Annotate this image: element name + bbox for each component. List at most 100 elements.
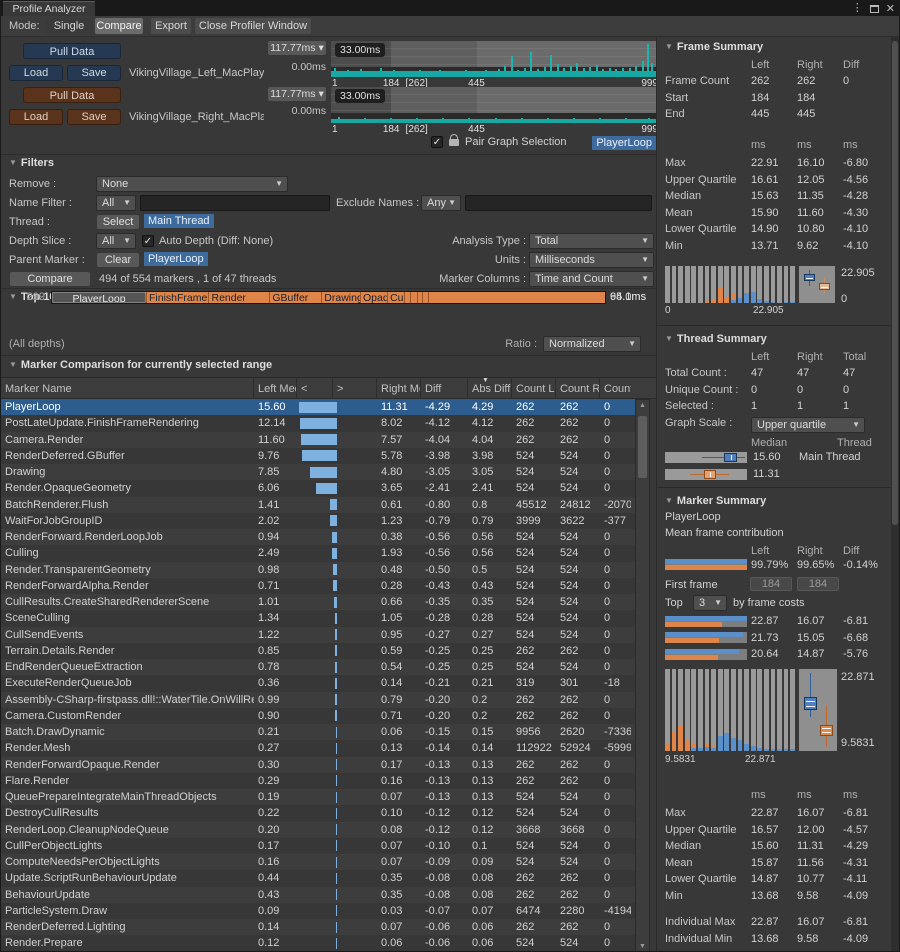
table-row[interactable]: ExecuteRenderQueueJob 0.36 0.14 -0.21 0.… (1, 675, 635, 691)
name-filter-input[interactable] (140, 195, 330, 211)
table-row[interactable]: Flare.Render 0.29 0.16 -0.13 0.13 262 26… (1, 773, 635, 789)
thread-row-left[interactable]: 15.60 Main Thread (665, 451, 900, 463)
table-row[interactable]: Camera.CustomRender 0.90 0.71 -0.20 0.2 … (1, 708, 635, 724)
selected-marker-chip[interactable]: PlayerLoop (592, 136, 656, 150)
table-row[interactable]: RenderForwardOpaque.Render 0.30 0.17 -0.… (1, 757, 635, 773)
mode-compare-button[interactable]: Compare (95, 18, 143, 34)
foldout-icon[interactable]: ▼ (665, 496, 673, 505)
table-row[interactable]: RenderLoop.CleanupNodeQueue 0.20 0.08 -0… (1, 822, 635, 838)
right-threshold-label[interactable]: 33.00ms (335, 89, 385, 103)
remove-dropdown[interactable]: None▼ (96, 176, 288, 192)
first-frame-right-button[interactable]: 184 (797, 577, 839, 591)
marker-segment[interactable] (410, 292, 417, 303)
table-row[interactable]: ComputeNeedsPerObjectLights 0.16 0.07 -0… (1, 854, 635, 870)
first-frame-left-button[interactable]: 184 (750, 577, 792, 591)
col-count-right[interactable]: Count Right (556, 378, 600, 398)
parent-clear-button[interactable]: Clear (96, 252, 140, 268)
frame-histogram[interactable] (665, 266, 795, 303)
table-row[interactable]: RenderForward.RenderLoopJob 0.94 0.38 -0… (1, 529, 635, 545)
col-bar-right[interactable]: > (333, 378, 377, 398)
exclude-mode-dropdown[interactable]: Any▼ (421, 195, 461, 211)
exclude-names-input[interactable] (465, 195, 652, 211)
save-right-button[interactable]: Save (67, 109, 121, 125)
table-row[interactable]: Terrain.Details.Render 0.85 0.59 -0.25 0… (1, 643, 635, 659)
table-row[interactable]: DestroyCullResults 0.22 0.10 -0.12 0.12 … (1, 805, 635, 821)
table-row[interactable]: Update.ScriptRunBehaviourUpdate 0.44 0.3… (1, 870, 635, 886)
marker-segment[interactable]: PlayerLoop (52, 292, 146, 303)
auto-depth-checkbox[interactable]: ✓ (142, 235, 154, 247)
table-row[interactable]: BatchRenderer.Flush 1.41 0.61 -0.80 0.8 … (1, 497, 635, 513)
table-row[interactable]: SceneCulling 1.34 1.05 -0.28 0.28 524 52… (1, 610, 635, 626)
scroll-up-icon[interactable]: ▲ (636, 402, 649, 409)
table-row[interactable]: Render.TransparentGeometry 0.98 0.48 -0.… (1, 562, 635, 578)
table-row[interactable]: Camera.Render 11.60 7.57 -4.04 4.04 262 … (1, 432, 635, 448)
thread-select-button[interactable]: Select (96, 214, 140, 230)
close-icon[interactable]: ✕ (886, 2, 895, 15)
right-frame-graph[interactable]: 33.00ms (331, 87, 658, 123)
thread-row-right[interactable]: 11.31 (665, 468, 900, 480)
col-bar-left[interactable]: < (297, 378, 333, 398)
lock-icon[interactable] (449, 139, 459, 146)
marker-segment[interactable]: FinishFrameRendering (146, 292, 208, 303)
window-scroll-thumb[interactable] (892, 41, 898, 525)
kebab-menu-icon[interactable]: ⋮ (852, 3, 863, 14)
col-count-delta[interactable]: Count Delta (600, 378, 631, 398)
pair-graph-checkbox[interactable]: ✓ (431, 136, 443, 148)
marker-segment[interactable] (404, 292, 411, 303)
depth-dropdown[interactable]: All▼ (96, 233, 136, 249)
left-range-dropdown[interactable]: 117.77ms ▾ (268, 41, 326, 55)
load-left-button[interactable]: Load (9, 65, 63, 81)
save-left-button[interactable]: Save (67, 65, 121, 81)
export-button[interactable]: Export (151, 18, 191, 34)
table-row[interactable]: Drawing 7.85 4.80 -3.05 3.05 524 524 0 (1, 464, 635, 480)
col-abs-diff[interactable]: ▼Abs Diff (468, 378, 512, 398)
table-row[interactable]: PostLateUpdate.FinishFrameRendering 12.1… (1, 415, 635, 431)
top10-row[interactable]: 292 PlayerLoopFinishFrameRenderingRender… (9, 291, 652, 304)
table-row[interactable]: BehaviourUpdate 0.43 0.35 -0.08 0.08 262… (1, 887, 635, 903)
table-row[interactable]: RenderForwardAlpha.Render 0.71 0.28 -0.4… (1, 578, 635, 594)
table-row[interactable]: WaitForJobGroupID 2.02 1.23 -0.79 0.79 3… (1, 513, 635, 529)
name-filter-mode-dropdown[interactable]: All▼ (96, 195, 136, 211)
table-row[interactable]: Assembly-CSharp-firstpass.dll!::WaterTil… (1, 692, 635, 708)
ratio-dropdown[interactable]: Normalized▼ (543, 336, 641, 352)
marker-segment[interactable]: GBuffer (269, 292, 321, 303)
graph-scale-dropdown[interactable]: Upper quartile▼ (751, 417, 865, 433)
load-right-button[interactable]: Load (9, 109, 63, 125)
close-profiler-button[interactable]: Close Profiler Window (195, 18, 311, 34)
scroll-thumb[interactable] (638, 416, 647, 478)
table-row[interactable]: CullPerObjectLights 0.17 0.07 -0.10 0.1 … (1, 838, 635, 854)
marker-segment[interactable]: Drawing (321, 292, 360, 303)
window-scrollbar[interactable] (891, 37, 899, 952)
left-frame-graph[interactable]: 33.00ms (331, 41, 658, 77)
units-dropdown[interactable]: Milliseconds▼ (529, 252, 654, 268)
right-range-dropdown[interactable]: 117.77ms ▾ (268, 87, 326, 101)
foldout-icon[interactable]: ▼ (9, 360, 17, 369)
left-threshold-label[interactable]: 33.00ms (335, 43, 385, 57)
mode-single-button[interactable]: Single (45, 18, 93, 34)
marker-histogram[interactable] (665, 669, 795, 751)
foldout-icon[interactable]: ▼ (665, 334, 673, 343)
table-row[interactable]: CullResults.CreateSharedRendererScene 1.… (1, 594, 635, 610)
table-row[interactable]: Render.OpaqueGeometry 6.06 3.65 -2.41 2.… (1, 480, 635, 496)
pull-data-right-button[interactable]: Pull Data (23, 87, 121, 103)
table-row[interactable]: PlayerLoop 15.60 11.31 -4.29 4.29 262 26… (1, 399, 635, 415)
table-row[interactable]: Render.Mesh 0.27 0.13 -0.14 0.14 112922 … (1, 740, 635, 756)
table-row[interactable]: Culling 2.49 1.93 -0.56 0.56 524 524 0 (1, 545, 635, 561)
marker-segment[interactable]: Render (208, 292, 269, 303)
top-n-dropdown[interactable]: 3▼ (693, 595, 727, 611)
table-row[interactable]: RenderDeferred.Lighting 0.14 0.07 -0.06 … (1, 919, 635, 935)
col-right-median[interactable]: Right Median (377, 378, 421, 398)
col-diff[interactable]: Diff (421, 378, 468, 398)
table-row[interactable]: RenderDeferred.GBuffer 9.76 5.78 -3.98 3… (1, 448, 635, 464)
table-scrollbar[interactable]: ▲ ▼ (635, 399, 650, 952)
tab-profile-analyzer[interactable]: Profile Analyzer (3, 1, 95, 16)
table-row[interactable]: CullSendEvents 1.22 0.95 -0.27 0.27 524 … (1, 627, 635, 643)
foldout-icon[interactable]: ▼ (9, 158, 17, 167)
table-row[interactable]: Batch.DrawDynamic 0.21 0.06 -0.15 0.15 9… (1, 724, 635, 740)
col-marker-name[interactable]: Marker Name (1, 378, 254, 398)
maximize-icon[interactable] (870, 5, 879, 13)
marker-segment[interactable] (428, 292, 605, 303)
marker-segment[interactable]: Culling (387, 292, 404, 303)
table-row[interactable]: EndRenderQueueExtraction 0.78 0.54 -0.25… (1, 659, 635, 675)
marker-segment[interactable]: Opaque (360, 292, 387, 303)
